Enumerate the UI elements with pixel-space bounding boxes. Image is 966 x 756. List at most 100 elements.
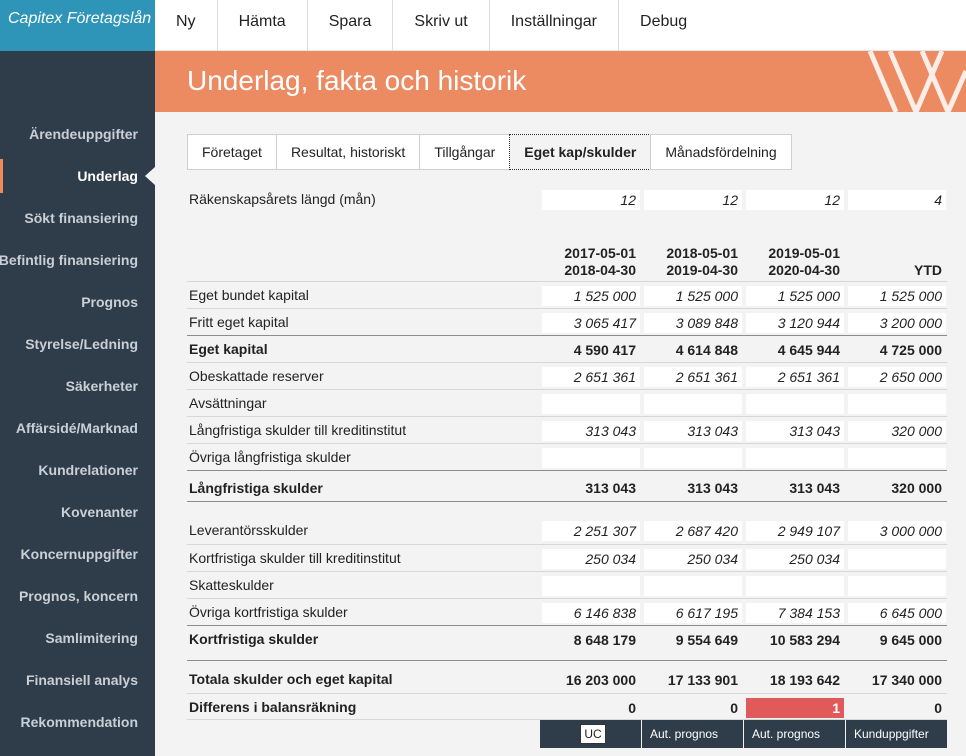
- value-cell[interactable]: 2 251 307: [542, 521, 640, 541]
- total-cell: 17 133 901: [667, 672, 738, 688]
- value-cell[interactable]: [644, 394, 742, 414]
- sidebar-item-finansiell-analys[interactable]: Finansiell analys: [26, 672, 138, 688]
- value-cell[interactable]: [746, 576, 844, 596]
- sidebar-item-prognos[interactable]: Prognos: [81, 294, 138, 310]
- table-row-total: Kortfristiga skulder 8 648 179 9 554 649…: [187, 625, 947, 661]
- value-cell[interactable]: 2 651 361: [746, 367, 844, 387]
- sidebar-active-arrow: [145, 167, 155, 185]
- tab-foretaget[interactable]: Företaget: [187, 134, 277, 170]
- menu-new[interactable]: Ny: [155, 0, 218, 51]
- column-header-from: 2019-05-01: [768, 245, 840, 261]
- value-cell[interactable]: [746, 394, 844, 414]
- sidebar-item-affarside[interactable]: Affärsidé/Marknad: [16, 420, 138, 436]
- value-cell[interactable]: 3 200 000: [848, 313, 946, 333]
- sidebar-item-underlag[interactable]: Underlag: [77, 168, 138, 184]
- row-label: Eget kapital: [189, 341, 268, 357]
- column-header-to: 2019-04-30: [666, 262, 738, 278]
- sidebar-item-sakerheter[interactable]: Säkerheter: [66, 378, 138, 394]
- value-cell[interactable]: 2 651 361: [542, 367, 640, 387]
- tab-manadsfordelning[interactable]: Månadsfördelning: [650, 134, 792, 170]
- value-cell[interactable]: 3 089 848: [644, 313, 742, 333]
- tab-eget-kap-skulder[interactable]: Eget kap/skulder: [509, 134, 652, 170]
- row-label: Övriga kortfristiga skulder: [189, 604, 348, 620]
- sidebar-item-samlimitering[interactable]: Samlimitering: [45, 630, 138, 646]
- value-cell[interactable]: 2 687 420: [644, 521, 742, 541]
- value-cell[interactable]: [848, 576, 946, 596]
- period-length-cell[interactable]: 4: [848, 190, 946, 210]
- value-cell[interactable]: 7 384 153: [746, 603, 844, 623]
- value-cell[interactable]: 1 525 000: [746, 286, 844, 306]
- value-cell[interactable]: 3 120 944: [746, 313, 844, 333]
- total-cell: 16 203 000: [565, 672, 636, 688]
- value-cell[interactable]: [644, 448, 742, 468]
- brand-logo[interactable]: Capitex Företagslån: [0, 0, 155, 51]
- value-cell[interactable]: 2 949 107: [746, 521, 844, 541]
- sidebar-item-prognos-koncern[interactable]: Prognos, koncern: [19, 588, 138, 604]
- total-cell: 18 193 642: [769, 672, 840, 688]
- value-cell[interactable]: [746, 448, 844, 468]
- column-header-from: 2017-05-01: [564, 245, 636, 261]
- sidebar-item-arendeuppgifter[interactable]: Ärendeuppgifter: [29, 126, 138, 142]
- value-cell[interactable]: [542, 394, 640, 414]
- sidebar-item-befintlig-finansiering[interactable]: Befintlig finansiering: [0, 252, 138, 268]
- tab-resultat-historiskt[interactable]: Resultat, historiskt: [275, 134, 421, 170]
- sidebar-item-kovenanter[interactable]: Kovenanter: [61, 504, 138, 520]
- value-cell[interactable]: 6 146 838: [542, 603, 640, 623]
- auto-prognosis-button[interactable]: Aut. prognos: [642, 720, 743, 748]
- tab-tillgangar[interactable]: Tillgångar: [419, 134, 511, 170]
- total-cell: 313 043: [585, 480, 636, 496]
- menu-settings[interactable]: Inställningar: [490, 0, 620, 51]
- value-cell[interactable]: 2 651 361: [644, 367, 742, 387]
- value-cell[interactable]: 6 645 000: [848, 603, 946, 623]
- customer-data-button[interactable]: Kunduppgifter: [846, 720, 947, 748]
- value-cell[interactable]: 1 525 000: [848, 286, 946, 306]
- value-cell[interactable]: [542, 576, 640, 596]
- uc-button[interactable]: UC: [540, 720, 641, 748]
- sidebar-item-styrelse[interactable]: Styrelse/Ledning: [25, 336, 138, 352]
- value-cell[interactable]: 3 065 417: [542, 313, 640, 333]
- menu-save[interactable]: Spara: [308, 0, 394, 51]
- value-cell[interactable]: 250 034: [746, 549, 844, 569]
- value-cell[interactable]: [644, 576, 742, 596]
- table-row-total: Eget kapital 4 590 417 4 614 848 4 645 9…: [187, 335, 947, 362]
- value-cell[interactable]: 250 034: [644, 549, 742, 569]
- row-label: Differens i balansräkning: [189, 699, 357, 715]
- value-cell[interactable]: [848, 549, 946, 569]
- value-cell[interactable]: 313 043: [542, 421, 640, 441]
- period-length-cell[interactable]: 12: [746, 190, 844, 210]
- sidebar-item-koncernuppgifter[interactable]: Koncernuppgifter: [21, 546, 138, 562]
- total-cell: 4 645 944: [777, 342, 840, 358]
- total-cell: 17 340 000: [871, 672, 942, 688]
- value-cell[interactable]: 6 617 195: [644, 603, 742, 623]
- value-cell[interactable]: 320 000: [848, 421, 946, 441]
- menu-print[interactable]: Skriv ut: [393, 0, 490, 51]
- menu-fetch[interactable]: Hämta: [218, 0, 308, 51]
- auto-prognosis-button[interactable]: Aut. prognos: [744, 720, 845, 748]
- total-cell: 10 583 294: [769, 632, 840, 648]
- column-header-to: 2020-04-30: [768, 262, 840, 278]
- row-label: Övriga långfristiga skulder: [189, 449, 351, 465]
- row-label: Avsättningar: [189, 395, 267, 411]
- menu-debug[interactable]: Debug: [619, 0, 708, 51]
- value-cell[interactable]: [848, 448, 946, 468]
- value-cell[interactable]: 1 525 000: [542, 286, 640, 306]
- sidebar-item-sokt-finansiering[interactable]: Sökt finansiering: [24, 210, 138, 226]
- total-cell: 313 043: [789, 480, 840, 496]
- value-cell[interactable]: 250 034: [542, 549, 640, 569]
- row-label: Totala skulder och eget kapital: [189, 671, 393, 687]
- total-cell: 9 554 649: [675, 632, 738, 648]
- difference-cell: 0: [628, 700, 636, 716]
- value-cell[interactable]: [542, 448, 640, 468]
- column-header-from: [848, 245, 942, 262]
- value-cell[interactable]: 2 650 000: [848, 367, 946, 387]
- value-cell[interactable]: 3 000 000: [848, 521, 946, 541]
- period-length-cell[interactable]: 12: [644, 190, 742, 210]
- sidebar-item-rekommendation[interactable]: Rekommendation: [21, 714, 138, 730]
- value-cell[interactable]: 1 525 000: [644, 286, 742, 306]
- value-cell[interactable]: 313 043: [644, 421, 742, 441]
- period-length-cell[interactable]: 12: [542, 190, 640, 210]
- value-cell[interactable]: 313 043: [746, 421, 844, 441]
- value-cell[interactable]: [848, 394, 946, 414]
- sidebar-item-kundrelationer[interactable]: Kundrelationer: [38, 462, 138, 478]
- page-title: Underlag, fakta och historik: [187, 65, 527, 96]
